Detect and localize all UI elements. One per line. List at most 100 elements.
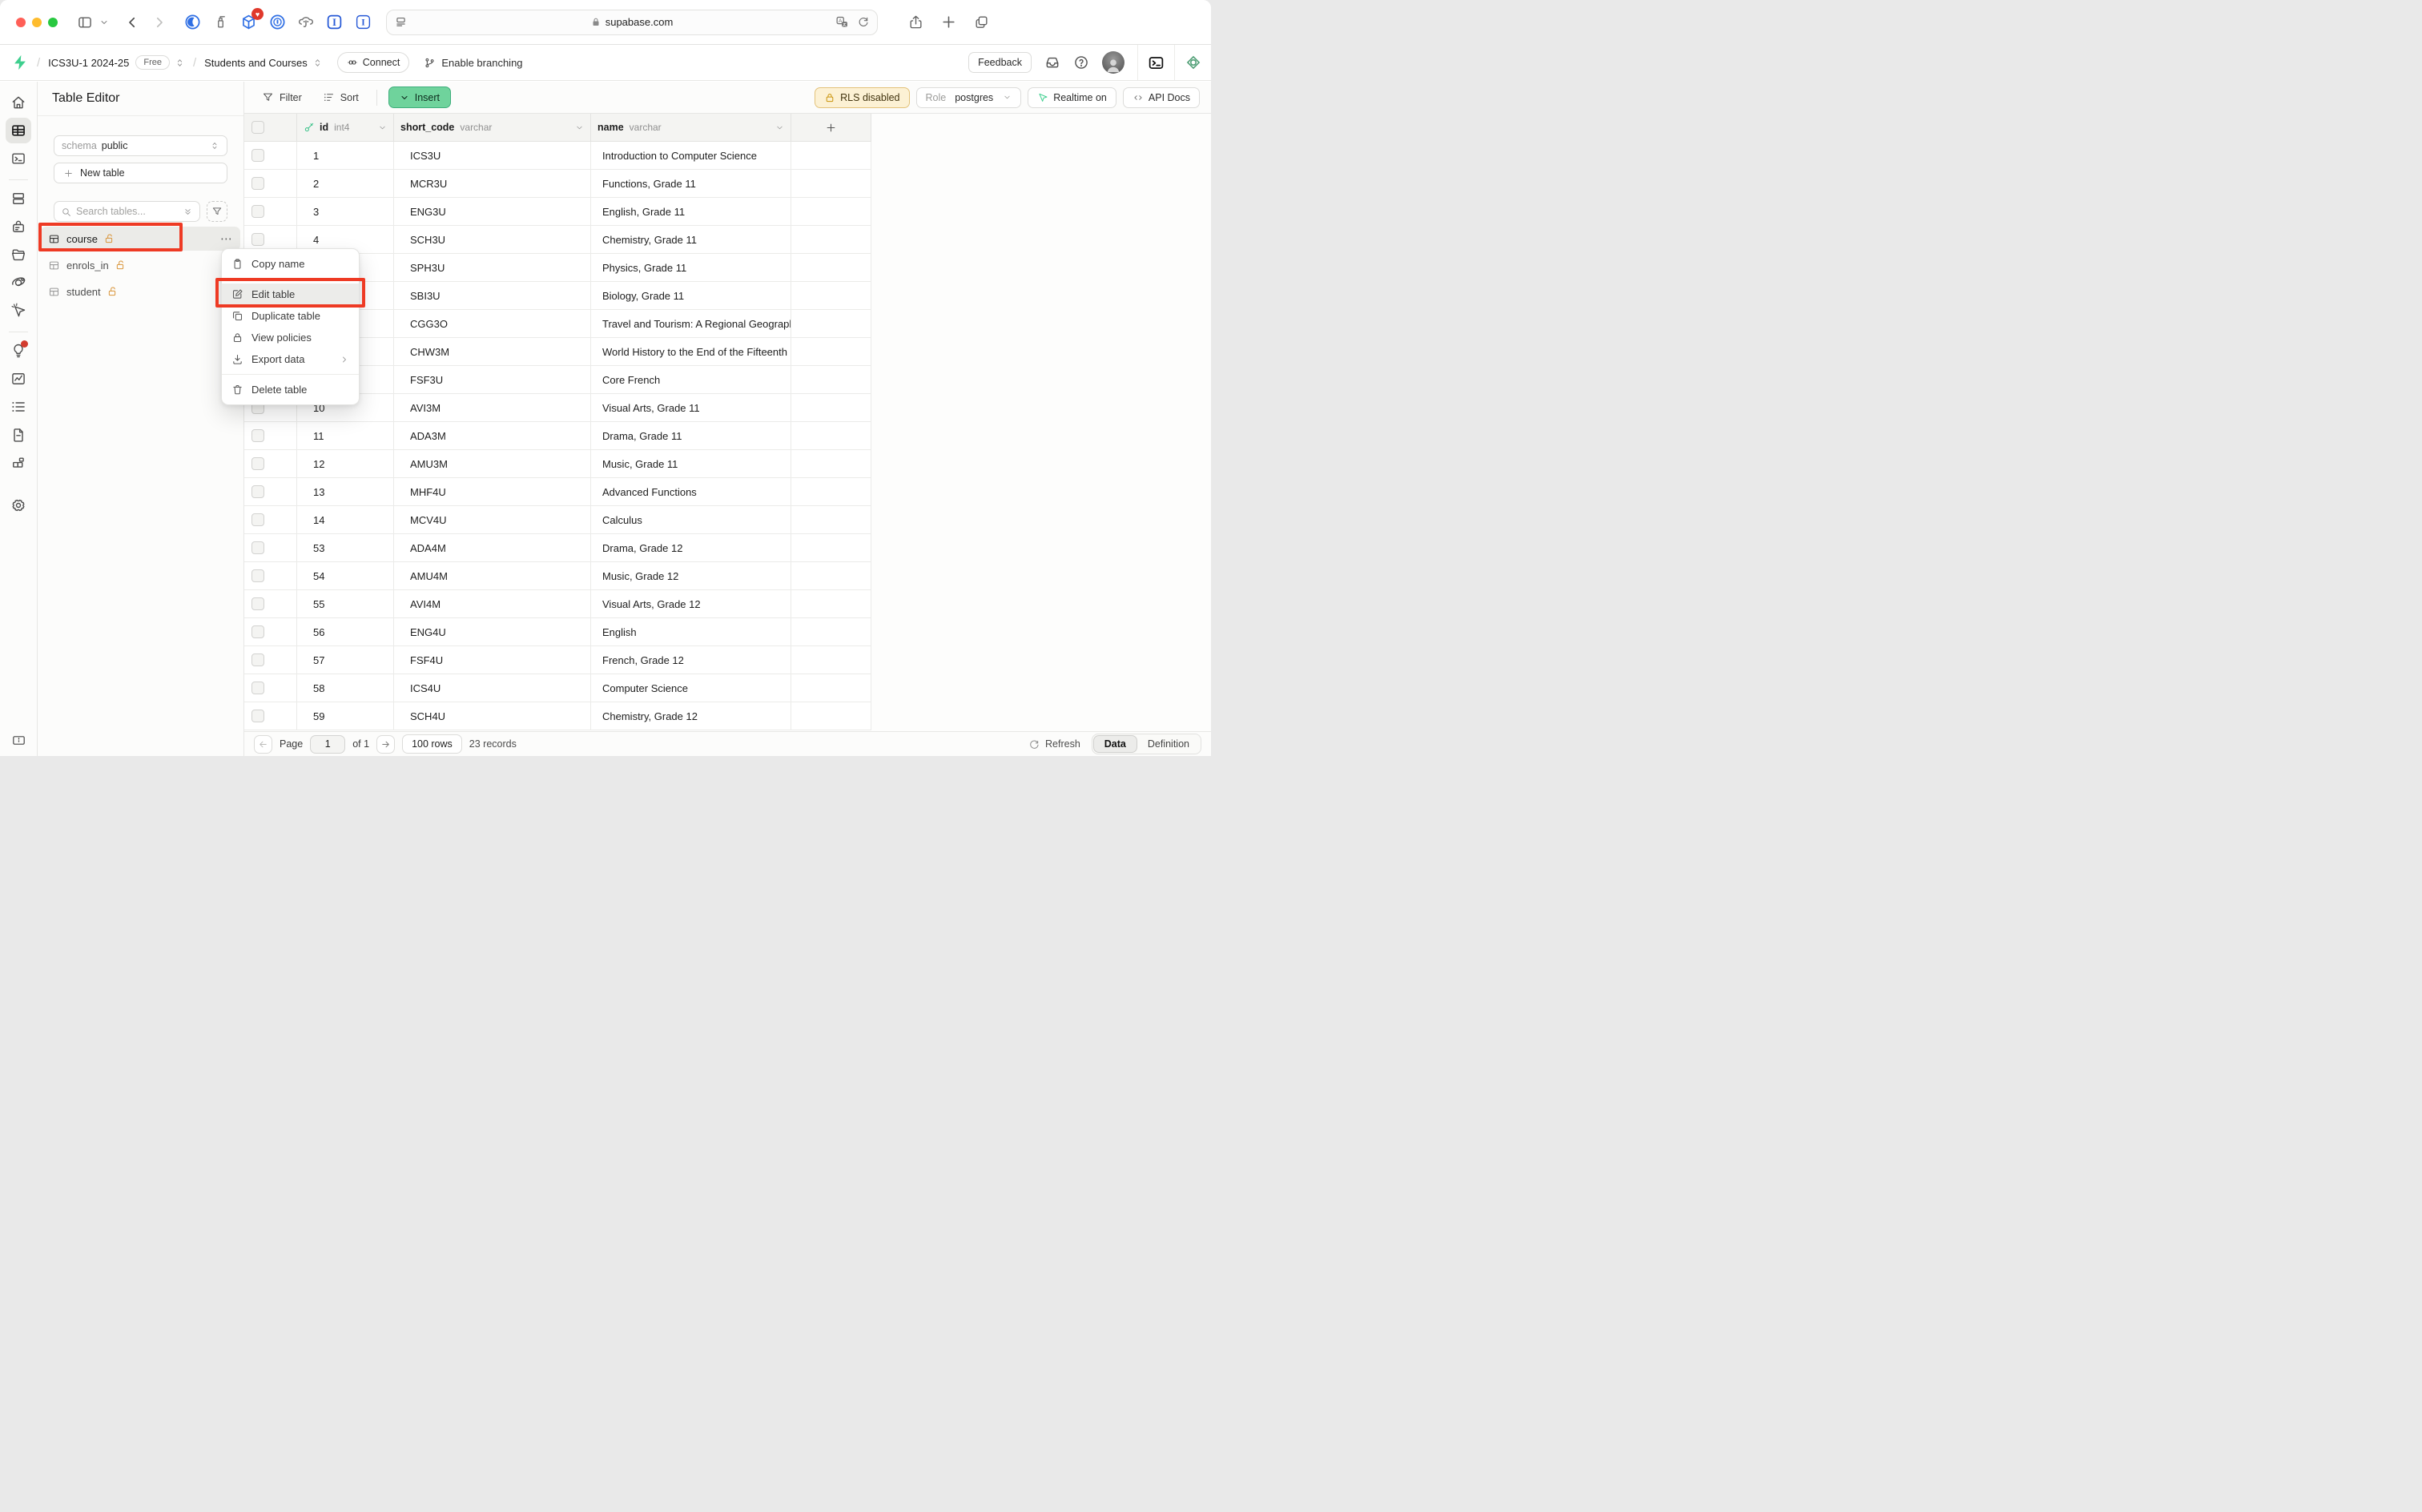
cell-extra[interactable] — [791, 142, 871, 169]
cell-short-code[interactable]: ADA3M — [394, 422, 591, 449]
minimize-window-button[interactable] — [32, 18, 42, 27]
sql-editor-icon[interactable] — [6, 146, 31, 171]
chevron-down-icon[interactable] — [575, 123, 584, 132]
reports-lightbulb-icon[interactable] — [6, 338, 31, 364]
cell-id[interactable]: 58 — [297, 674, 394, 702]
row-checkbox[interactable] — [251, 625, 264, 638]
select-all-header-cell[interactable] — [244, 114, 297, 141]
table-item-student[interactable]: student — [41, 279, 240, 304]
column-header-name[interactable]: name varchar — [591, 114, 791, 141]
address-bar[interactable]: supabase.com A — [386, 10, 878, 35]
menu-item-duplicate-table[interactable]: Duplicate table — [222, 305, 359, 327]
row-checkbox-cell[interactable] — [244, 534, 297, 561]
cell-short-code[interactable]: AMU4M — [394, 562, 591, 589]
cell-short-code[interactable]: MCV4U — [394, 506, 591, 533]
row-checkbox[interactable] — [251, 429, 264, 442]
cell-extra[interactable] — [791, 226, 871, 253]
cell-extra[interactable] — [791, 450, 871, 477]
cell-extra[interactable] — [791, 366, 871, 393]
help-icon[interactable] — [1073, 54, 1089, 70]
row-checkbox[interactable] — [251, 541, 264, 554]
cell-name[interactable]: Music, Grade 12 — [591, 562, 791, 589]
cell-short-code[interactable]: CGG3O — [394, 310, 591, 337]
row-checkbox[interactable] — [251, 569, 264, 582]
tab-definition[interactable]: Definition — [1137, 735, 1200, 753]
cell-id[interactable]: 2 — [297, 170, 394, 197]
cell-name[interactable]: Functions, Grade 11 — [591, 170, 791, 197]
cell-id[interactable]: 3 — [297, 198, 394, 225]
cell-short-code[interactable]: ENG3U — [394, 198, 591, 225]
cell-short-code[interactable]: SCH4U — [394, 702, 591, 730]
cell-id[interactable]: 14 — [297, 506, 394, 533]
storage-icon[interactable] — [6, 242, 31, 267]
cell-short-code[interactable]: SCH3U — [394, 226, 591, 253]
search-tables-input[interactable] — [76, 206, 178, 217]
advisors-icon[interactable] — [6, 298, 31, 324]
column-header-short-code[interactable]: short_code varchar — [394, 114, 591, 141]
row-checkbox-cell[interactable] — [244, 506, 297, 533]
schema-select[interactable]: schema public — [54, 135, 227, 156]
rows-per-page-button[interactable]: 100 rows — [402, 734, 462, 754]
row-checkbox-cell[interactable] — [244, 478, 297, 505]
cell-extra[interactable] — [791, 170, 871, 197]
row-checkbox-cell[interactable] — [244, 450, 297, 477]
cell-extra[interactable] — [791, 394, 871, 421]
api-docs-button[interactable]: API Docs — [1123, 87, 1200, 108]
cell-name[interactable]: Visual Arts, Grade 11 — [591, 394, 791, 421]
rls-disabled-button[interactable]: RLS disabled — [815, 87, 909, 108]
cell-id[interactable]: 54 — [297, 562, 394, 589]
row-checkbox-cell[interactable] — [244, 590, 297, 617]
new-table-button[interactable]: New table — [54, 163, 227, 183]
insert-button[interactable]: Insert — [388, 86, 451, 108]
cell-extra[interactable] — [791, 282, 871, 309]
chevron-down-icon[interactable] — [378, 123, 387, 132]
cell-short-code[interactable]: AVI3M — [394, 394, 591, 421]
row-checkbox[interactable] — [251, 233, 264, 246]
safari-sidebar-toggle-icon[interactable] — [77, 14, 93, 30]
cell-name[interactable]: Physics, Grade 11 — [591, 254, 791, 281]
tab-data[interactable]: Data — [1093, 735, 1137, 753]
cell-id[interactable]: 13 — [297, 478, 394, 505]
cell-name[interactable]: Travel and Tourism: A Regional Geograph — [591, 310, 791, 337]
cell-name[interactable]: Drama, Grade 11 — [591, 422, 791, 449]
tab-overview-icon[interactable] — [974, 14, 989, 30]
cell-extra[interactable] — [791, 198, 871, 225]
row-checkbox-cell[interactable] — [244, 142, 297, 169]
cell-id[interactable]: 1 — [297, 142, 394, 169]
cell-name[interactable]: Chemistry, Grade 11 — [591, 226, 791, 253]
filter-tables-button[interactable] — [207, 201, 227, 222]
cell-short-code[interactable]: SBI3U — [394, 282, 591, 309]
realtime-icon[interactable] — [6, 270, 31, 296]
cell-name[interactable]: Calculus — [591, 506, 791, 533]
cell-name[interactable]: Chemistry, Grade 12 — [591, 702, 791, 730]
feedback-button[interactable]: Feedback — [968, 52, 1032, 73]
integrations-icon[interactable] — [6, 450, 31, 476]
new-tab-icon[interactable] — [941, 14, 956, 30]
instapaper-alt-extension-icon[interactable]: I — [355, 14, 372, 30]
cell-extra[interactable] — [791, 310, 871, 337]
search-tables-box[interactable] — [54, 201, 200, 222]
cell-short-code[interactable]: AVI4M — [394, 590, 591, 617]
column-header-id[interactable]: id int4 — [297, 114, 394, 141]
database-icon[interactable] — [6, 186, 31, 211]
supabase-logo-icon[interactable] — [11, 54, 29, 71]
cleaner-extension-icon[interactable] — [213, 14, 228, 30]
back-button[interactable] — [125, 15, 139, 30]
row-checkbox[interactable] — [251, 485, 264, 498]
user-avatar[interactable] — [1102, 51, 1124, 74]
cell-short-code[interactable]: FSF4U — [394, 646, 591, 674]
cell-name[interactable]: English — [591, 618, 791, 645]
row-checkbox-cell[interactable] — [244, 674, 297, 702]
add-column-button[interactable] — [791, 114, 871, 141]
role-select-button[interactable]: Role postgres — [916, 87, 1022, 108]
cell-id[interactable]: 53 — [297, 534, 394, 561]
charts-icon[interactable] — [6, 366, 31, 392]
home-icon[interactable] — [6, 90, 31, 115]
row-checkbox[interactable] — [251, 205, 264, 218]
cell-extra[interactable] — [791, 646, 871, 674]
zoom-window-button[interactable] — [48, 18, 58, 27]
prev-page-button[interactable] — [254, 735, 272, 754]
breadcrumb-project[interactable]: ICS3U-1 2024-25 — [48, 57, 129, 69]
page-format-icon[interactable] — [394, 15, 408, 29]
realtime-button[interactable]: Realtime on — [1028, 87, 1116, 108]
